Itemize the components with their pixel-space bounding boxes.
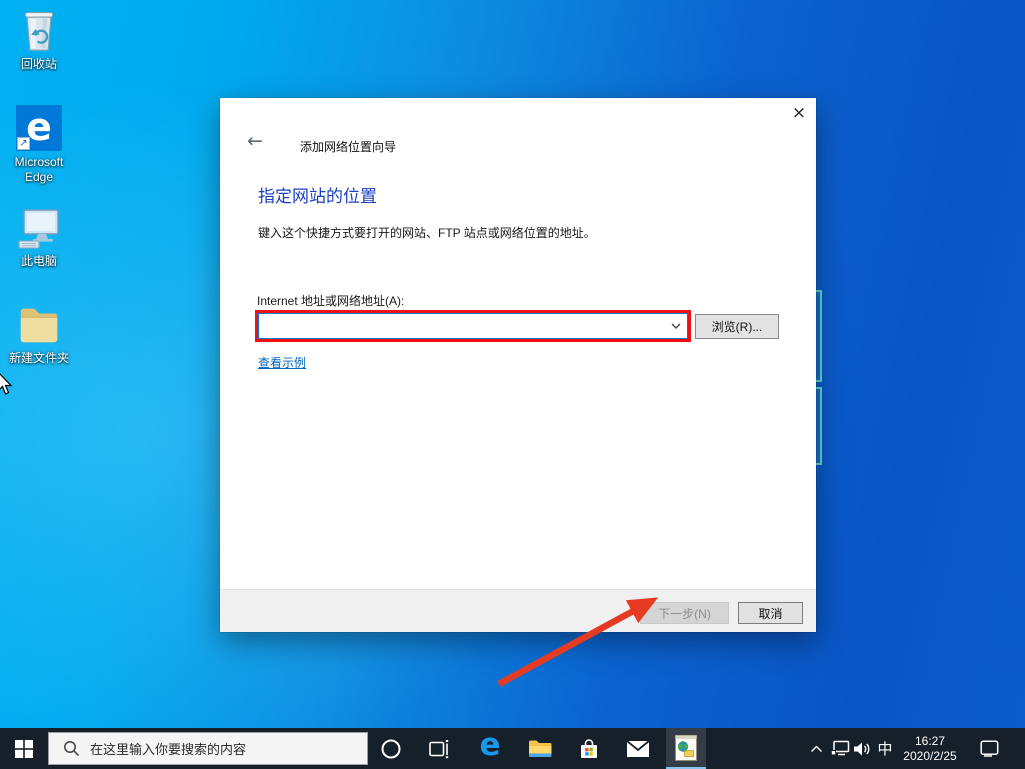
taskbar-mail-button[interactable] [618,728,658,769]
desktop-icon-recycle-bin[interactable]: 回收站 [0,6,78,72]
start-button[interactable] [0,728,48,769]
desktop-icon-label: Microsoft Edge [0,155,78,185]
address-field-label: Internet 地址或网络地址(A): [257,292,404,309]
browse-button[interactable]: 浏览(R)... [695,314,779,339]
tray-action-center-button[interactable] [974,728,1004,769]
cancel-button[interactable]: 取消 [738,602,803,624]
task-view-icon [429,739,451,759]
edge-tile-icon: e ↗ [15,104,63,152]
search-placeholder-text: 在这里输入你要搜索的内容 [90,739,246,758]
address-input[interactable] [259,314,665,338]
folder-icon [15,300,63,348]
desktop-icon-this-pc[interactable]: 此电脑 [0,203,78,269]
this-pc-icon [15,203,63,251]
tray-clock[interactable]: 16:27 2020/2/25 [898,728,962,769]
close-icon[interactable]: × [786,100,812,126]
tray-date: 2020/2/25 [903,749,956,764]
mail-icon [626,740,650,758]
tray-show-hidden-icons-button[interactable] [806,728,826,769]
ethernet-icon [830,740,850,757]
tray-time: 16:27 [915,734,945,749]
recycle-bin-icon [15,6,63,54]
description-text: 键入这个快捷方式要打开的网站、FTP 站点或网络位置的地址。 [258,224,596,241]
search-icon [63,740,80,757]
file-explorer-icon [528,738,553,759]
taskbar-task-view-button[interactable] [420,728,460,769]
tray-network-button[interactable] [828,728,852,769]
desktop-icon-label: 回收站 [21,57,57,72]
combobox-dropdown-button[interactable] [665,314,687,338]
chevron-up-icon [810,745,823,753]
next-button[interactable]: 下一步(N) [640,602,729,624]
mouse-cursor [0,371,16,397]
taskbar: 在这里输入你要搜索的内容 e [0,728,1025,769]
address-combobox-highlight [255,310,691,342]
taskbar-network-wizard-button[interactable] [666,728,706,769]
back-arrow-icon[interactable]: ← [242,130,268,152]
dialog-title: 添加网络位置向导 [300,138,396,155]
speaker-icon [853,741,871,757]
network-wizard-icon [674,734,698,762]
store-icon [577,737,601,761]
taskbar-search-box[interactable]: 在这里输入你要搜索的内容 [48,732,368,765]
taskbar-store-button[interactable] [569,728,609,769]
tray-volume-button[interactable] [851,728,873,769]
desktop: 回收站 e ↗ Microsoft Edge 此电脑 [0,0,1025,769]
tray-ime-indicator[interactable]: 中 [874,728,896,769]
edge-icon: e [479,730,500,761]
desktop-icon-label: 此电脑 [21,254,57,269]
cortana-icon [380,738,402,760]
page-heading: 指定网站的位置 [258,182,377,207]
windows-logo-icon [15,740,33,758]
shortcut-arrow-icon: ↗ [17,137,30,150]
add-network-location-wizard-dialog: × ← 添加网络位置向导 指定网站的位置 键入这个快捷方式要打开的网站、FTP … [220,98,816,632]
view-examples-link[interactable]: 查看示例 [258,354,306,371]
dialog-footer: 下一步(N) 取消 [220,589,816,632]
desktop-icon-label: 新建文件夹 [9,351,69,366]
action-center-icon [980,740,999,757]
desktop-icon-microsoft-edge[interactable]: e ↗ Microsoft Edge [0,104,78,185]
taskbar-edge-button[interactable]: e [470,728,510,769]
chevron-down-icon [671,323,681,329]
taskbar-file-explorer-button[interactable] [520,728,560,769]
taskbar-cortana-button[interactable] [371,728,411,769]
desktop-icon-new-folder[interactable]: 新建文件夹 [0,300,78,366]
